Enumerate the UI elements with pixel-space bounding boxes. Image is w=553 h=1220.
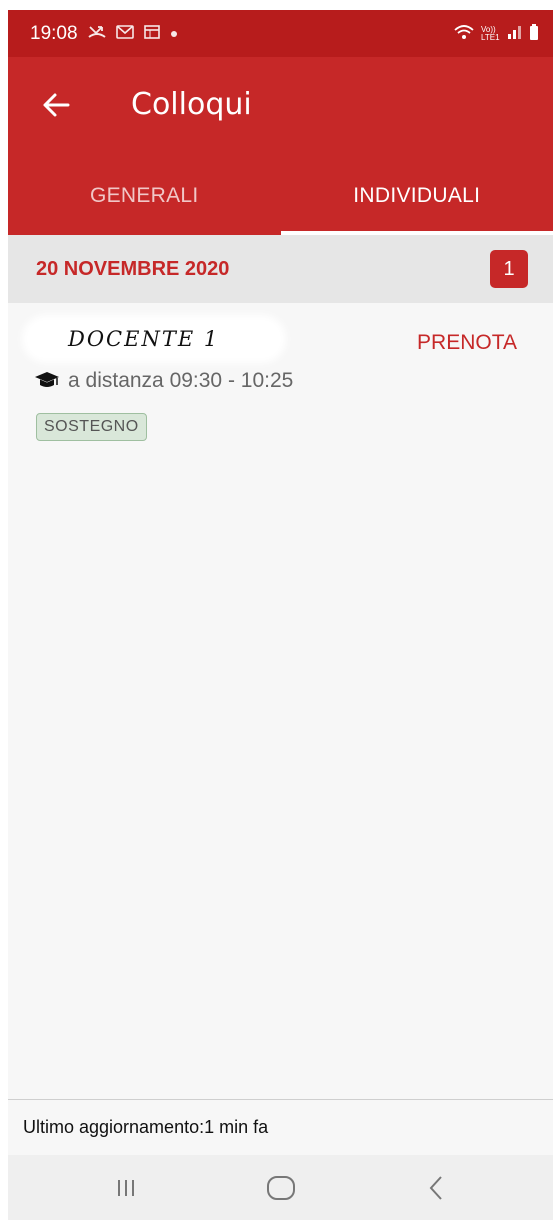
status-time: 19:08 — [30, 22, 78, 44]
volte-icon: Vo)) LTE1 — [481, 24, 500, 42]
status-right: Vo)) LTE1 — [453, 24, 539, 43]
back-icon[interactable] — [406, 1163, 466, 1213]
signal-icon — [507, 25, 523, 42]
teacher-name: DOCENTE 1 — [28, 321, 280, 357]
status-bar: 19:08 Vo)) LTE1 — [8, 10, 553, 57]
battery-icon — [529, 24, 539, 43]
meeting-details: a distanza 09:30 - 10:25 — [34, 369, 293, 393]
gmail-icon — [115, 24, 134, 43]
app-bar: Colloqui — [8, 57, 553, 157]
app-screen: 19:08 Vo)) LTE1 Colloqui GENERALI INDIVI… — [8, 10, 553, 1220]
arrow-left-icon[interactable] — [38, 87, 74, 123]
system-nav-bar — [8, 1155, 553, 1220]
recents-icon[interactable] — [96, 1163, 156, 1213]
prenota-button[interactable]: PRENOTA — [417, 331, 517, 355]
colloquio-item[interactable]: DOCENTE 1 PRENOTA a distanza 09:30 - 10:… — [8, 303, 553, 463]
last-update-text: Ultimo aggiornamento:1 min fa — [23, 1117, 269, 1137]
subject-tag: SOSTEGNO — [36, 413, 147, 441]
last-update-footer: Ultimo aggiornamento:1 min fa — [8, 1099, 553, 1155]
meeting-time: a distanza 09:30 - 10:25 — [68, 369, 294, 392]
page-title: Colloqui — [131, 87, 252, 122]
home-icon[interactable] — [251, 1163, 311, 1213]
graduation-cap-icon — [35, 372, 59, 387]
count-badge: 1 — [490, 250, 528, 288]
tab-generali[interactable]: GENERALI — [8, 157, 281, 235]
dot-icon — [170, 25, 178, 42]
tab-individuali[interactable]: INDIVIDUALI — [280, 157, 553, 235]
calendar-icon — [143, 24, 160, 43]
date-group-header: 20 NOVEMBRE 2020 1 — [8, 235, 553, 303]
tab-bar: GENERALI INDIVIDUALI — [8, 157, 553, 235]
missed-call-icon — [87, 25, 106, 43]
wifi-icon — [453, 24, 475, 43]
date-label: 20 NOVEMBRE 2020 — [36, 257, 230, 280]
